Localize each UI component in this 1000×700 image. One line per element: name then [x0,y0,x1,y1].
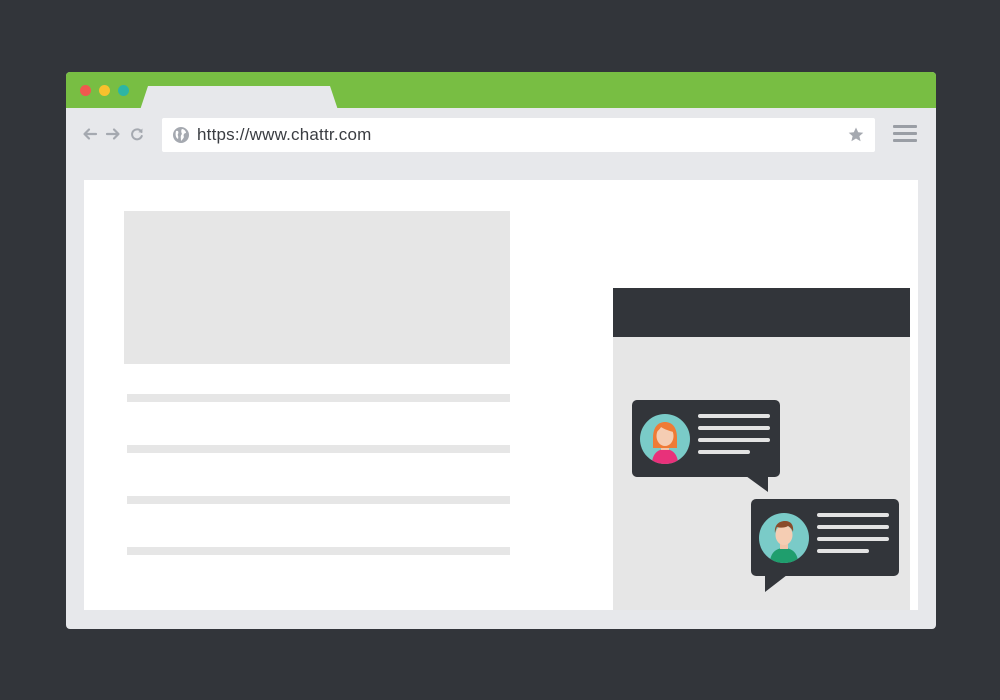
message-line [817,549,869,553]
browser-toolbar: https://www.chattr.com [66,108,936,162]
text-line-placeholder [127,394,510,402]
title-bar [66,72,936,110]
address-bar[interactable]: https://www.chattr.com [162,118,875,152]
message-line [698,426,770,430]
message-line [698,414,770,418]
message-line [698,438,770,442]
message-line [817,537,889,541]
bookmark-star-icon[interactable] [847,126,865,144]
chat-widget [613,288,910,610]
back-arrow-icon[interactable] [82,126,98,142]
text-line-placeholder [127,445,510,453]
minimize-window-button[interactable] [99,85,110,96]
woman-avatar-icon [640,414,690,464]
hamburger-menu-icon[interactable] [893,125,917,145]
browser-tab[interactable] [140,86,338,110]
text-line-placeholder [127,547,510,555]
close-window-button[interactable] [80,85,91,96]
forward-arrow-icon[interactable] [105,126,121,142]
text-line-placeholder [127,496,510,504]
bubble-tail [746,476,768,492]
chat-widget-header[interactable] [613,288,910,337]
maximize-window-button[interactable] [118,85,129,96]
browser-window: https://www.chattr.com [66,72,936,629]
message-line [817,513,889,517]
bubble-tail [765,575,787,592]
message-line [817,525,889,529]
globe-icon [172,126,190,144]
page-viewport [84,180,918,610]
chat-message-bubble [632,400,780,492]
url-text[interactable]: https://www.chattr.com [197,125,371,145]
reload-icon[interactable] [129,126,145,142]
message-line [698,450,750,454]
chat-message-bubble [751,499,899,592]
man-avatar-icon [759,513,809,563]
image-placeholder [124,211,510,364]
